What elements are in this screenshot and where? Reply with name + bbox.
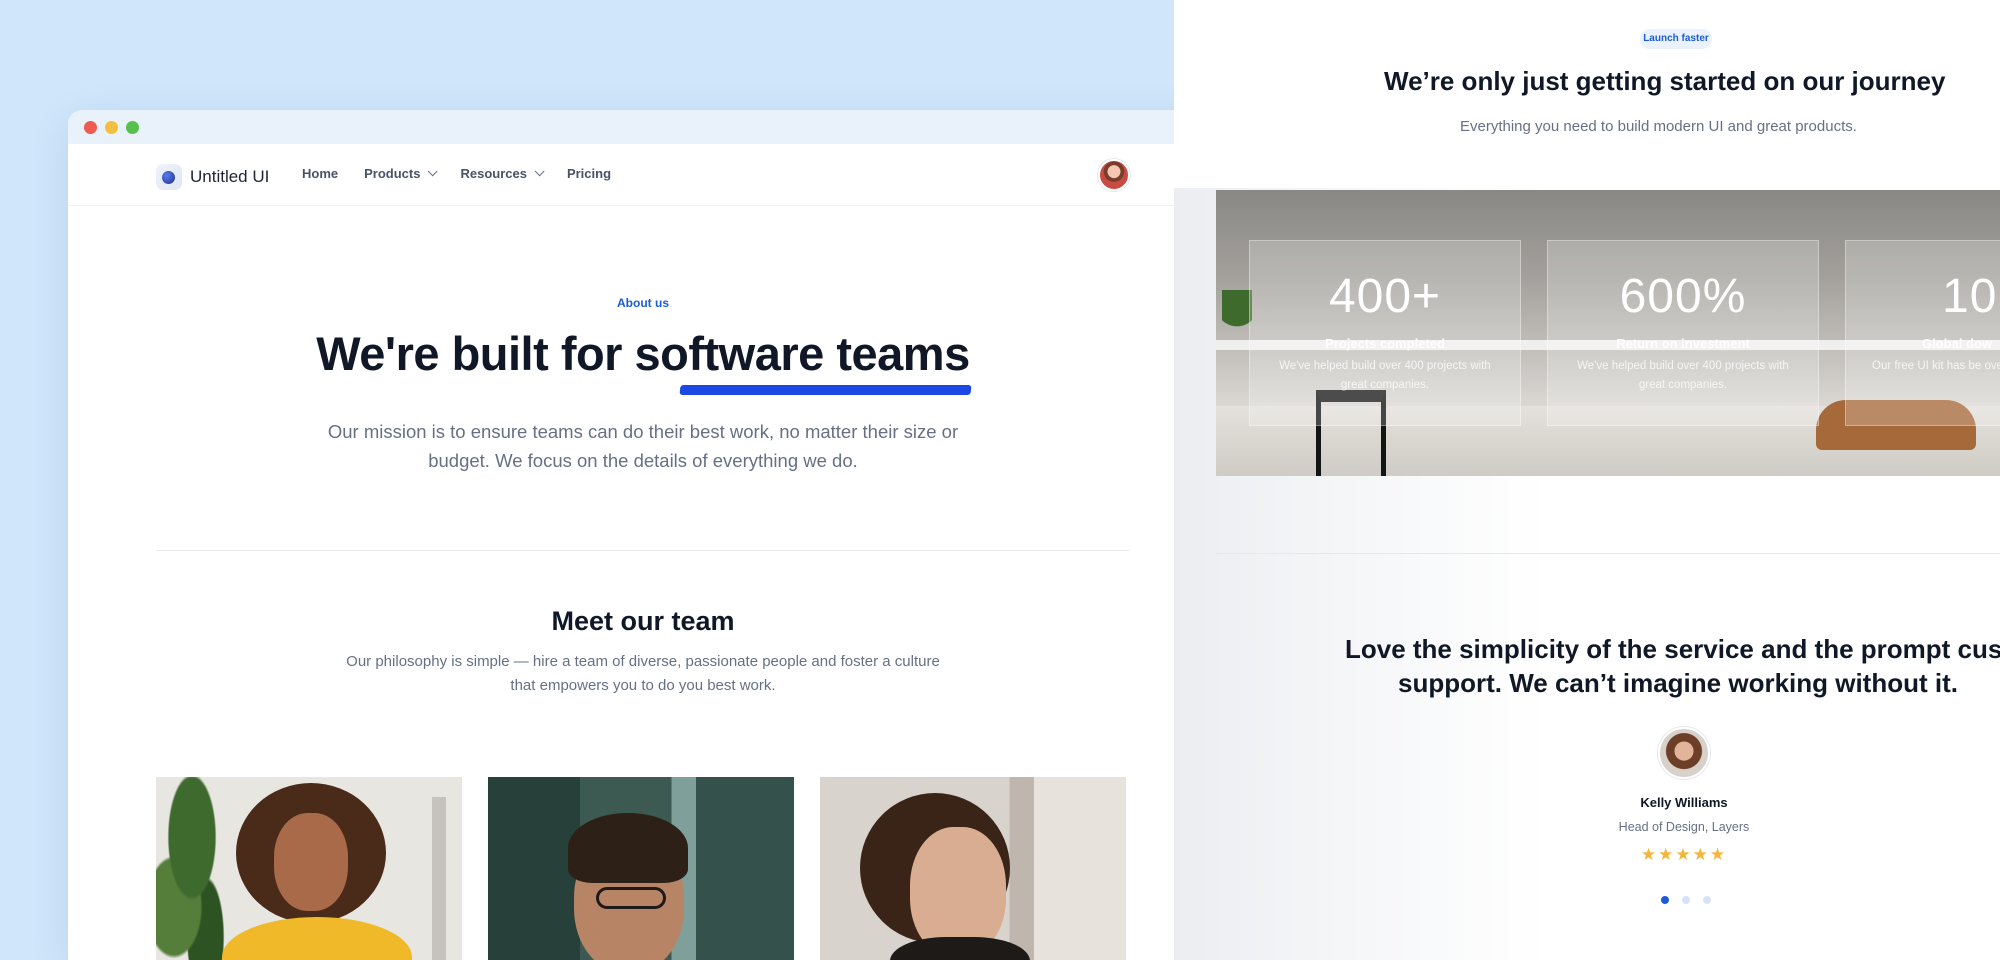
hero-subtitle: Our mission is to ensure teams can do th… <box>327 421 959 471</box>
testimonial-avatar <box>1658 727 1710 779</box>
portrait-body <box>222 917 412 960</box>
carousel-pagination <box>1661 896 1711 904</box>
hero-content: About us We're built for software teams … <box>68 110 1218 475</box>
portrait-face <box>274 813 348 911</box>
browser-window: Untitled UI Home Products Resources Pric… <box>68 110 1218 960</box>
journey-header: Launch faster We’re only just getting st… <box>1174 0 2000 188</box>
carousel-dot[interactable] <box>1661 896 1669 904</box>
right-preview-panel: Launch faster We’re only just getting st… <box>1174 0 2000 960</box>
carousel-dot[interactable] <box>1682 896 1690 904</box>
team-member-photo[interactable] <box>488 777 794 960</box>
stat-label: Projects completed <box>1325 336 1445 351</box>
team-subtitle: Our philosophy is simple — hire a team o… <box>346 653 940 694</box>
journey-subtitle: Everything you need to build modern UI a… <box>1460 118 1857 135</box>
plant-decoration <box>156 777 246 960</box>
testimonial-role: Head of Design, Layers <box>1618 820 1750 834</box>
team-subtitle-wrap: Our philosophy is simple — hire a team o… <box>68 650 1218 698</box>
team-title: Meet our team <box>551 606 735 636</box>
stat-value: 400+ <box>1328 270 1442 323</box>
team-member-photo[interactable] <box>156 777 462 960</box>
stat-card: 10 Global dow Our free UI kit has be ove… <box>1845 240 2000 426</box>
carousel-dot[interactable] <box>1703 896 1711 904</box>
hero-underline-stroke <box>679 385 973 395</box>
launch-badge: Launch faster <box>1640 29 1712 49</box>
stat-label: Return on investment <box>1616 336 1750 351</box>
stat-description: Our free UI kit has be over 10k ti <box>1872 360 2000 372</box>
stat-value: 600% <box>1619 270 1747 323</box>
stat-description: We've helped build over 400 projects wit… <box>1577 360 1789 391</box>
stat-card: 400+ Projects completed We've helped bui… <box>1249 240 1521 426</box>
stat-card: 600% Return on investment We've helped b… <box>1547 240 1819 426</box>
plant-decoration <box>1222 290 1252 340</box>
hero-title-wrap: We're built for software teams <box>316 326 973 395</box>
team-member-photo[interactable] <box>820 777 1126 960</box>
hero-eyebrow: About us <box>617 296 669 310</box>
testimonial-name: Kelly Williams <box>1640 795 1728 810</box>
testimonial-quote: Love the simplicity of the service and t… <box>1344 634 2000 698</box>
rating-stars: ★★★★★ <box>1640 845 1728 864</box>
section-divider <box>1216 553 2000 554</box>
easel-decoration <box>432 797 446 960</box>
section-divider <box>156 550 1130 551</box>
portrait-hair <box>568 813 688 883</box>
stats-banner: 400+ Projects completed We've helped bui… <box>1216 190 2000 476</box>
stat-description: We've helped build over 400 projects wit… <box>1279 360 1491 391</box>
stat-label: Global dow <box>1922 336 1993 351</box>
glasses-icon <box>596 887 666 909</box>
hero-title: We're built for software teams <box>316 327 970 380</box>
journey-title: We’re only just getting started on our j… <box>1384 66 1946 96</box>
stat-value: 10 <box>1942 270 1998 323</box>
